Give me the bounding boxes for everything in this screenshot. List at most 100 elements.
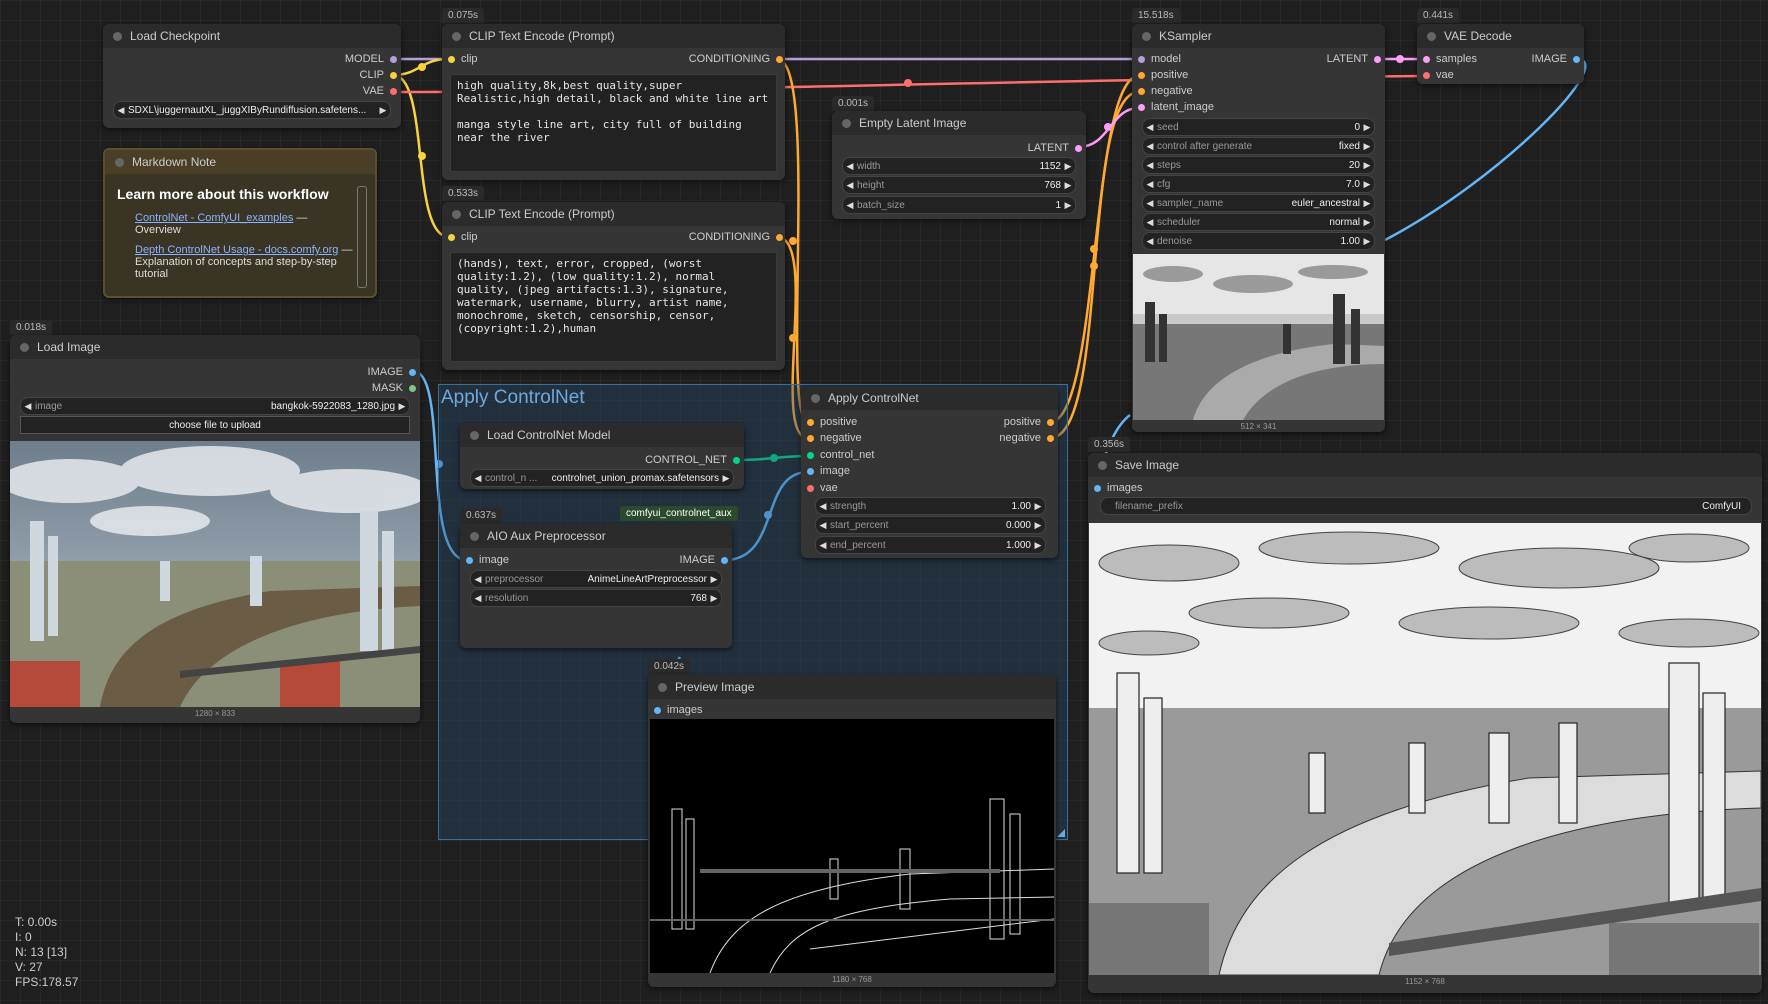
output-image[interactable]: IMAGE [680,553,728,567]
end-percent-widget[interactable]: ◀ end_percent 1.000 ▶ [815,536,1046,554]
output-latent[interactable]: LATENT [1028,141,1082,155]
node-clip-text-encode-positive[interactable]: CLIP Text Encode (Prompt) clip CONDITION… [442,24,785,180]
start-percent-widget[interactable]: ◀ start_percent 0.000 ▶ [815,516,1046,534]
width-widget[interactable]: ◀ width 1152 ▶ [842,157,1076,175]
sampler-name-widget[interactable]: ◀ sampler_name euler_ancestral ▶ [1142,194,1375,212]
input-control-net[interactable]: control_net [801,448,874,462]
output-model[interactable]: MODEL [345,52,397,66]
timing-badge: 0.075s [442,8,485,23]
timing-badge: 0.356s [1088,437,1131,452]
image-size-label: 1280 × 833 [194,709,236,718]
input-negative[interactable]: negative [1132,84,1193,98]
output-positive[interactable]: positive [1004,415,1054,429]
node-apply-controlnet[interactable]: Apply ControlNet positive negative contr… [801,386,1058,558]
input-clip[interactable]: clip [442,52,478,66]
output-latent[interactable]: LATENT [1327,52,1381,66]
input-image[interactable]: image [460,553,509,567]
input-clip[interactable]: clip [442,230,478,244]
node-markdown-note[interactable]: Markdown Note Learn more about this work… [103,148,377,298]
output-mask[interactable]: MASK [372,381,416,395]
node-load-controlnet-model[interactable]: Load ControlNet Model CONTROL_NET ◀ contr… [460,423,744,489]
collapse-dot-icon[interactable] [470,531,479,541]
choose-file-button[interactable]: choose file to upload [20,416,410,434]
input-images[interactable]: images [648,703,702,717]
input-model[interactable]: model [1132,52,1181,66]
output-control-net[interactable]: CONTROL_NET [645,453,740,467]
scheduler-widget[interactable]: ◀ scheduler normal ▶ [1142,213,1375,231]
node-title: Load Image [37,340,101,354]
prompt-textarea[interactable]: (hands), text, error, cropped, (worst qu… [450,252,777,362]
control-after-generate-widget[interactable]: ◀ control after generate fixed ▶ [1142,137,1375,155]
output-vae[interactable]: VAE [363,84,397,98]
node-title: VAE Decode [1444,29,1512,43]
collapse-dot-icon[interactable] [452,31,461,41]
preprocessor-combo[interactable]: ◀ preprocessor AnimeLineArtPreprocessor ▶ [470,570,722,588]
collapse-dot-icon[interactable] [811,393,820,403]
node-title: Apply ControlNet [828,391,919,405]
collapse-dot-icon[interactable] [1427,31,1436,41]
collapse-dot-icon[interactable] [115,157,124,167]
preview-lineart-image [650,719,1054,973]
control-net-name-combo[interactable]: ◀ control_n ... controlnet_union_promax.sa… [470,469,734,487]
collapse-dot-icon[interactable] [113,31,122,41]
render-stats: T: 0.00s I: 0 N: 13 [13] V: 27 FPS:178.5… [15,915,78,990]
markdown-content: Learn more about this workflow ControlNe… [117,186,353,280]
input-samples[interactable]: samples [1417,52,1477,66]
batch-size-widget[interactable]: ◀ batch_size 1 ▶ [842,196,1076,214]
link-depth-controlnet[interactable]: Depth ControlNet Usage - docs.comfy.org [135,244,338,256]
collapse-dot-icon[interactable] [1098,460,1107,470]
ckpt-name-combo[interactable]: ◀ SDXL\juggernautXL_juggXIByRundiffusion.… [113,101,391,119]
link-controlnet-examples[interactable]: ControlNet - ComfyUI_examples [135,212,293,224]
input-latent-image[interactable]: latent_image [1132,100,1214,114]
node-title: Load Checkpoint [130,29,221,43]
arrow-left-icon: ◀ [117,104,125,115]
input-positive[interactable]: positive [801,415,857,429]
cfg-widget[interactable]: ◀ cfg 7.0 ▶ [1142,175,1375,193]
node-preview-image[interactable]: Preview Image images 1180 × 768 [648,675,1056,987]
collapse-dot-icon[interactable] [1142,31,1151,41]
input-images[interactable]: images [1088,481,1142,495]
node-title: Preview Image [675,680,755,694]
output-negative[interactable]: negative [999,431,1054,445]
stat-fps: FPS:178.57 [15,975,79,989]
node-clip-text-encode-negative[interactable]: CLIP Text Encode (Prompt) clip CONDITION… [442,202,785,370]
steps-widget[interactable]: ◀ steps 20 ▶ [1142,156,1375,174]
markdown-scrollbar[interactable] [357,186,367,288]
node-ksampler[interactable]: KSampler model positive negative latent_… [1132,24,1385,432]
node-vae-decode[interactable]: VAE Decode samples vae IMAGE [1417,24,1584,84]
node-load-checkpoint[interactable]: Load Checkpoint MODEL CLIP VAE ◀ SDXL\jug… [103,24,401,128]
group-resize-handle[interactable] [1057,829,1065,837]
collapse-dot-icon[interactable] [20,342,29,352]
collapse-dot-icon[interactable] [452,209,461,219]
node-source-badge: comfyui_controlnet_aux [620,506,738,521]
node-empty-latent-image[interactable]: Empty Latent Image LATENT ◀ width 1152 ▶ ◀ h… [832,111,1086,219]
output-clip[interactable]: CLIP [360,68,397,82]
filename-prefix-widget[interactable]: filename_prefix ComfyUI [1100,497,1752,515]
node-title: Markdown Note [132,155,217,169]
prompt-textarea[interactable]: high quality,8k,best quality,super Reali… [450,74,777,172]
seed-widget[interactable]: ◀ seed 0 ▶ [1142,118,1375,136]
input-vae[interactable]: vae [1417,68,1454,82]
input-negative[interactable]: negative [801,431,862,445]
height-widget[interactable]: ◀ height 768 ▶ [842,176,1076,194]
denoise-widget[interactable]: ◀ denoise 1.00 ▶ [1142,232,1375,250]
collapse-dot-icon[interactable] [470,430,479,440]
output-image[interactable]: IMAGE [1532,52,1580,66]
node-save-image[interactable]: Save Image images filename_prefix ComfyUI… [1088,453,1762,993]
timing-badge: 0.018s [10,320,53,335]
collapse-dot-icon[interactable] [658,682,667,692]
input-positive[interactable]: positive [1132,68,1188,82]
resolution-widget[interactable]: ◀ resolution 768 ▶ [470,589,722,607]
input-vae[interactable]: vae [801,481,838,495]
collapse-dot-icon[interactable] [842,118,851,128]
output-image[interactable]: IMAGE [368,365,416,379]
node-load-image[interactable]: Load Image IMAGE MASK ◀ image bangkok-5922… [10,335,420,723]
stat-time: T: 0.00s [15,915,58,929]
output-conditioning[interactable]: CONDITIONING [689,230,783,244]
strength-widget[interactable]: ◀ strength 1.00 ▶ [815,497,1046,515]
image-combo[interactable]: ◀ image bangkok-5922083_1280.jpg ▶ [20,397,410,415]
node-title: Save Image [1115,458,1180,472]
node-aio-aux-preprocessor[interactable]: AIO Aux Preprocessor image IMAGE ◀ prepro… [460,524,732,648]
input-image[interactable]: image [801,464,850,478]
output-conditioning[interactable]: CONDITIONING [689,52,783,66]
